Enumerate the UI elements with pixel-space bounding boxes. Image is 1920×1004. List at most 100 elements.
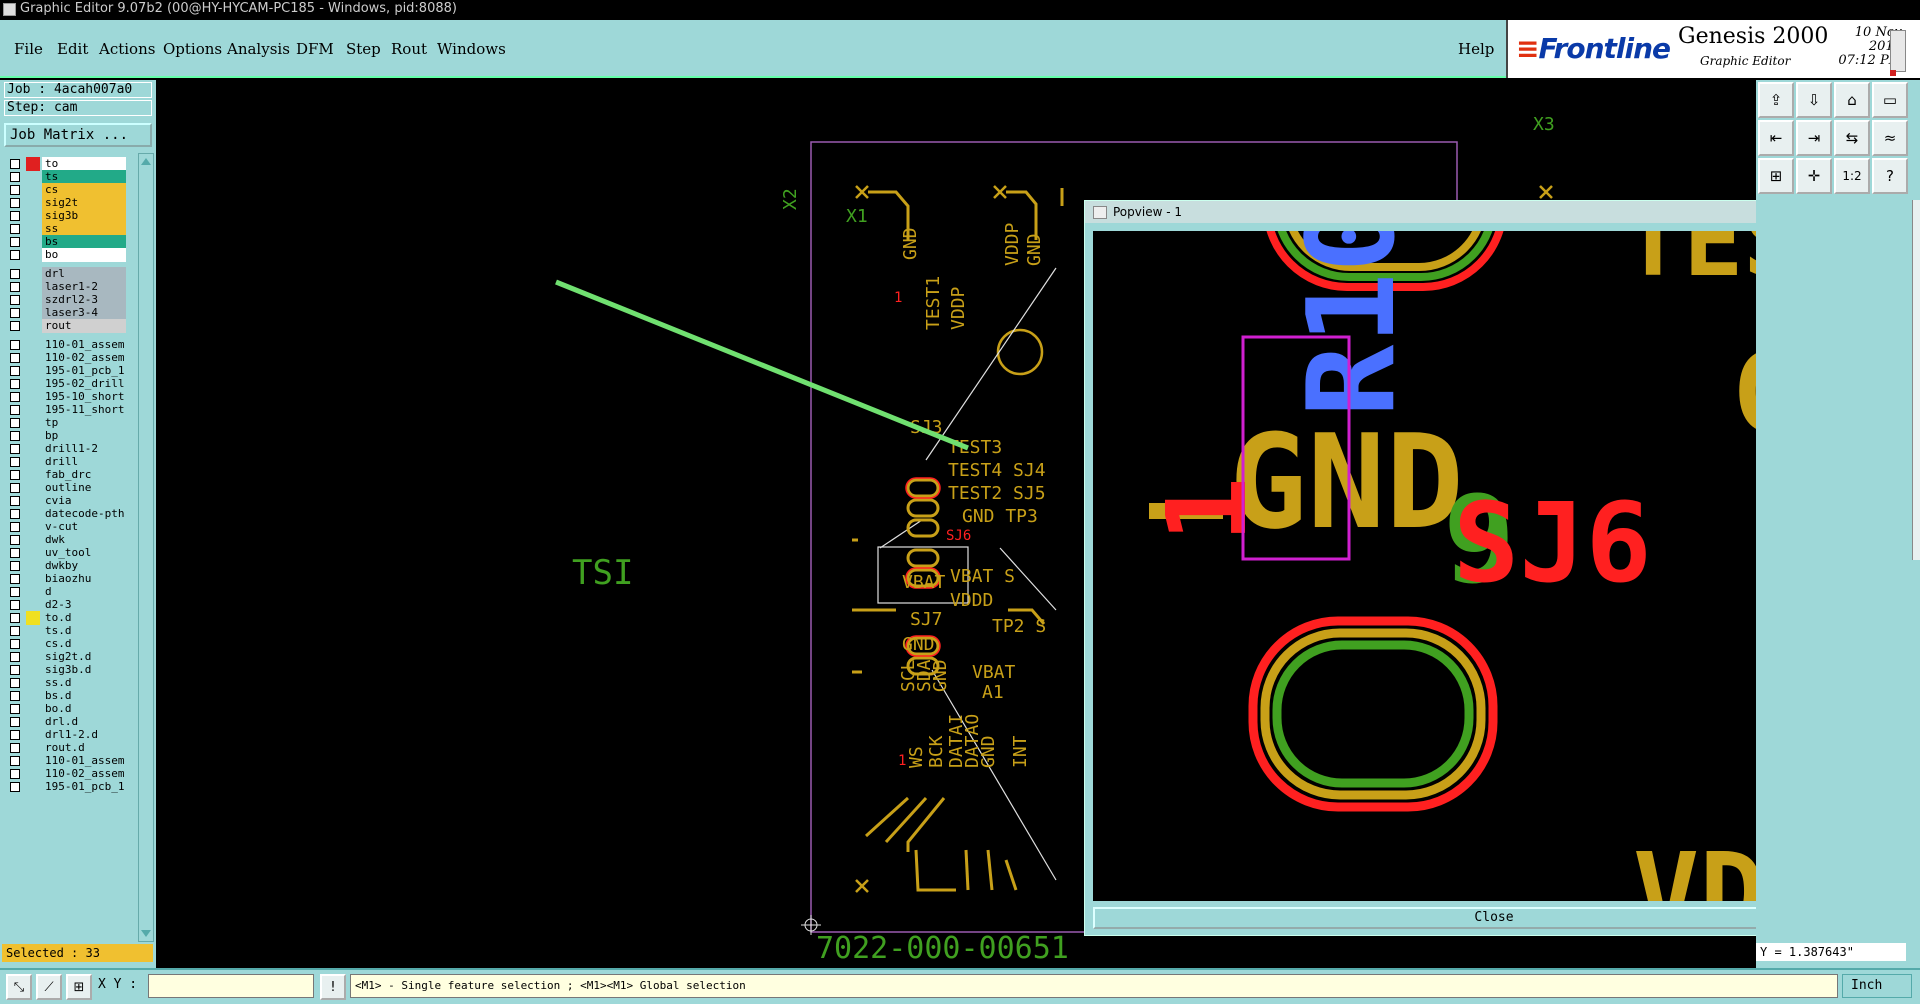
window-icon[interactable]: ▭ — [1872, 82, 1908, 118]
layer-row[interactable]: szdrl2-3 — [4, 293, 136, 307]
layer-row[interactable]: sig3b — [4, 209, 136, 223]
minimize-handle[interactable] — [1890, 30, 1906, 72]
layer-checkbox[interactable] — [10, 496, 20, 506]
layer-row[interactable]: ts.d — [4, 624, 136, 638]
layer-row[interactable]: tp — [4, 416, 136, 430]
layer-name[interactable]: drill1-2 — [42, 442, 126, 456]
layer-row[interactable]: ss.d — [4, 676, 136, 690]
layer-row[interactable]: laser1-2 — [4, 280, 136, 294]
menu-file[interactable]: File — [14, 40, 43, 58]
layer-name[interactable]: 195-10_short — [42, 390, 126, 404]
layer-checkbox[interactable] — [10, 522, 20, 532]
layer-row[interactable]: rout — [4, 319, 136, 333]
layer-row[interactable]: dwk — [4, 533, 136, 547]
layer-checkbox[interactable] — [10, 743, 20, 753]
xy-input[interactable] — [148, 974, 314, 998]
layer-name[interactable]: dwk — [42, 533, 126, 547]
layer-checkbox[interactable] — [10, 392, 20, 402]
zoom-in-icon[interactable]: ⇪ — [1758, 82, 1794, 118]
layer-checkbox[interactable] — [10, 639, 20, 649]
layer-name[interactable]: tp — [42, 416, 126, 430]
layer-row[interactable]: bo — [4, 248, 136, 262]
layer-name[interactable]: ss.d — [42, 676, 126, 690]
menu-help[interactable]: Help — [1458, 40, 1494, 58]
layer-name[interactable]: d2-3 — [42, 598, 126, 612]
layer-name[interactable]: ss — [42, 222, 126, 236]
layer-row[interactable]: drill1-2 — [4, 442, 136, 456]
layer-name[interactable]: dwkby — [42, 559, 126, 573]
layer-name[interactable]: cs.d — [42, 637, 126, 651]
layer-name[interactable]: rout — [42, 319, 126, 333]
layer-checkbox[interactable] — [10, 172, 20, 182]
pan-left-icon[interactable]: ⇤ — [1758, 120, 1794, 156]
layer-row[interactable]: to — [4, 157, 136, 171]
layer-name[interactable]: bo — [42, 248, 126, 262]
layer-name[interactable]: szdrl2-3 — [42, 293, 126, 307]
layer-checkbox[interactable] — [10, 237, 20, 247]
layer-checkbox[interactable] — [10, 691, 20, 701]
layer-checkbox[interactable] — [10, 756, 20, 766]
layer-name[interactable]: biaozhu — [42, 572, 126, 586]
layer-row[interactable]: laser3-4 — [4, 306, 136, 320]
layer-checkbox[interactable] — [10, 626, 20, 636]
mirror-icon[interactable]: ⇆ — [1834, 120, 1870, 156]
layer-list-scrollbar[interactable] — [138, 153, 154, 942]
home-icon[interactable]: ⌂ — [1834, 82, 1870, 118]
layer-name[interactable]: drl — [42, 267, 126, 281]
layer-checkbox[interactable] — [10, 250, 20, 260]
layer-row[interactable]: cvia — [4, 494, 136, 508]
layer-name[interactable]: drill — [42, 455, 126, 469]
layer-name[interactable]: 195-02_drill — [42, 377, 126, 391]
layer-row[interactable]: 195-10_short — [4, 390, 136, 404]
menu-actions[interactable]: Actions — [99, 40, 155, 58]
layer-row[interactable]: sig2t.d — [4, 650, 136, 664]
layer-row[interactable]: fab_drc — [4, 468, 136, 482]
snap-icon[interactable]: ⤡ — [6, 974, 32, 1000]
layer-row[interactable]: dwkby — [4, 559, 136, 573]
layer-name[interactable]: outline — [42, 481, 126, 495]
layer-row[interactable]: datecode-pth — [4, 507, 136, 521]
menu-edit[interactable]: Edit — [57, 40, 88, 58]
layer-name[interactable]: v-cut — [42, 520, 126, 534]
layer-row[interactable]: 110-01_assem — [4, 338, 136, 352]
scale-1-2-icon[interactable]: 1:2 — [1834, 158, 1870, 194]
layer-name[interactable]: bs.d — [42, 689, 126, 703]
layer-row[interactable]: bs — [4, 235, 136, 249]
layer-checkbox[interactable] — [10, 704, 20, 714]
layer-name[interactable]: bo.d — [42, 702, 126, 716]
layer-checkbox[interactable] — [10, 366, 20, 376]
layer-checkbox[interactable] — [10, 379, 20, 389]
layer-name[interactable]: cs — [42, 183, 126, 197]
layer-checkbox[interactable] — [10, 587, 20, 597]
layer-name[interactable]: 195-01_pcb_1 — [42, 364, 126, 378]
grid-icon[interactable]: ⊞ — [66, 974, 92, 1000]
layer-checkbox[interactable] — [10, 418, 20, 428]
layer-checkbox[interactable] — [10, 269, 20, 279]
layer-name[interactable]: ts — [42, 170, 126, 184]
layer-name[interactable]: ts.d — [42, 624, 126, 638]
layer-row[interactable]: ss — [4, 222, 136, 236]
layer-name[interactable]: datecode-pth — [42, 507, 126, 521]
layer-checkbox[interactable] — [10, 198, 20, 208]
layer-row[interactable]: drl — [4, 267, 136, 281]
layer-name[interactable]: cvia — [42, 494, 126, 508]
layer-name[interactable]: 110-01_assem — [42, 338, 126, 352]
layer-row[interactable]: outline — [4, 481, 136, 495]
layer-name[interactable]: 195-11_short — [42, 403, 126, 417]
alert-icon[interactable]: ! — [320, 974, 346, 1000]
layer-row[interactable]: bp — [4, 429, 136, 443]
layer-name[interactable]: to — [42, 157, 126, 171]
layer-row[interactable]: ts — [4, 170, 136, 184]
layer-name[interactable]: sig2t — [42, 196, 126, 210]
layer-name[interactable]: laser3-4 — [42, 306, 126, 320]
layer-name[interactable]: bp — [42, 429, 126, 443]
layer-row[interactable]: d2-3 — [4, 598, 136, 612]
layer-row[interactable]: 110-02_assem — [4, 351, 136, 365]
layer-row[interactable]: 110-02_assem — [4, 767, 136, 781]
layer-checkbox[interactable] — [10, 613, 20, 623]
layer-checkbox[interactable] — [10, 483, 20, 493]
layer-checkbox[interactable] — [10, 574, 20, 584]
layer-name[interactable]: bs — [42, 235, 126, 249]
layer-name[interactable]: 110-01_assem — [42, 754, 126, 768]
layer-name[interactable]: sig2t.d — [42, 650, 126, 664]
